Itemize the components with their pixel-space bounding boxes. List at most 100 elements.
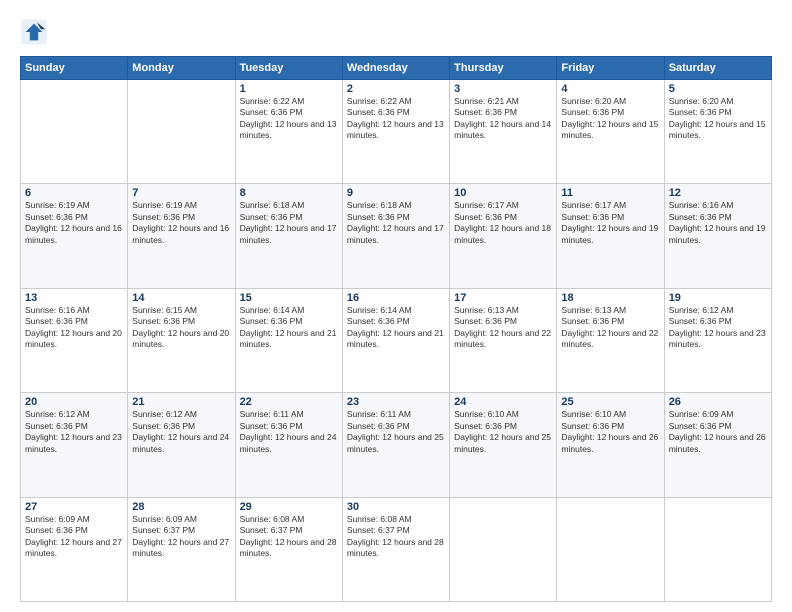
calendar-cell: 23Sunrise: 6:11 AM Sunset: 6:36 PM Dayli… <box>342 393 449 497</box>
cell-info: Sunrise: 6:14 AM Sunset: 6:36 PM Dayligh… <box>240 305 338 351</box>
weekday-header-monday: Monday <box>128 57 235 80</box>
calendar-cell: 16Sunrise: 6:14 AM Sunset: 6:36 PM Dayli… <box>342 288 449 392</box>
cell-info: Sunrise: 6:09 AM Sunset: 6:36 PM Dayligh… <box>669 409 767 455</box>
calendar-cell: 10Sunrise: 6:17 AM Sunset: 6:36 PM Dayli… <box>450 184 557 288</box>
day-number: 20 <box>25 396 123 408</box>
day-number: 28 <box>132 501 230 513</box>
calendar-cell: 13Sunrise: 6:16 AM Sunset: 6:36 PM Dayli… <box>21 288 128 392</box>
cell-info: Sunrise: 6:12 AM Sunset: 6:36 PM Dayligh… <box>669 305 767 351</box>
calendar-cell: 29Sunrise: 6:08 AM Sunset: 6:37 PM Dayli… <box>235 497 342 601</box>
day-number: 21 <box>132 396 230 408</box>
page: SundayMondayTuesdayWednesdayThursdayFrid… <box>0 0 792 612</box>
calendar-cell <box>664 497 771 601</box>
calendar-cell: 30Sunrise: 6:08 AM Sunset: 6:37 PM Dayli… <box>342 497 449 601</box>
calendar-cell: 9Sunrise: 6:18 AM Sunset: 6:36 PM Daylig… <box>342 184 449 288</box>
logo <box>20 18 52 46</box>
day-number: 9 <box>347 187 445 199</box>
calendar-cell: 27Sunrise: 6:09 AM Sunset: 6:36 PM Dayli… <box>21 497 128 601</box>
cell-info: Sunrise: 6:09 AM Sunset: 6:37 PM Dayligh… <box>132 514 230 560</box>
day-number: 8 <box>240 187 338 199</box>
calendar-cell: 28Sunrise: 6:09 AM Sunset: 6:37 PM Dayli… <box>128 497 235 601</box>
cell-info: Sunrise: 6:17 AM Sunset: 6:36 PM Dayligh… <box>454 200 552 246</box>
day-number: 17 <box>454 292 552 304</box>
cell-info: Sunrise: 6:18 AM Sunset: 6:36 PM Dayligh… <box>240 200 338 246</box>
calendar-cell <box>21 80 128 184</box>
day-number: 11 <box>561 187 659 199</box>
cell-info: Sunrise: 6:21 AM Sunset: 6:36 PM Dayligh… <box>454 96 552 142</box>
cell-info: Sunrise: 6:22 AM Sunset: 6:36 PM Dayligh… <box>240 96 338 142</box>
calendar-table: SundayMondayTuesdayWednesdayThursdayFrid… <box>20 56 772 602</box>
calendar-cell: 19Sunrise: 6:12 AM Sunset: 6:36 PM Dayli… <box>664 288 771 392</box>
cell-info: Sunrise: 6:18 AM Sunset: 6:36 PM Dayligh… <box>347 200 445 246</box>
calendar-cell: 18Sunrise: 6:13 AM Sunset: 6:36 PM Dayli… <box>557 288 664 392</box>
calendar-cell: 4Sunrise: 6:20 AM Sunset: 6:36 PM Daylig… <box>557 80 664 184</box>
header <box>20 18 772 46</box>
calendar-body: 1Sunrise: 6:22 AM Sunset: 6:36 PM Daylig… <box>21 80 772 602</box>
cell-info: Sunrise: 6:22 AM Sunset: 6:36 PM Dayligh… <box>347 96 445 142</box>
day-number: 13 <box>25 292 123 304</box>
day-number: 3 <box>454 83 552 95</box>
calendar-cell: 22Sunrise: 6:11 AM Sunset: 6:36 PM Dayli… <box>235 393 342 497</box>
cell-info: Sunrise: 6:19 AM Sunset: 6:36 PM Dayligh… <box>25 200 123 246</box>
cell-info: Sunrise: 6:17 AM Sunset: 6:36 PM Dayligh… <box>561 200 659 246</box>
calendar-cell: 21Sunrise: 6:12 AM Sunset: 6:36 PM Dayli… <box>128 393 235 497</box>
calendar-cell: 14Sunrise: 6:15 AM Sunset: 6:36 PM Dayli… <box>128 288 235 392</box>
cell-info: Sunrise: 6:16 AM Sunset: 6:36 PM Dayligh… <box>25 305 123 351</box>
day-number: 30 <box>347 501 445 513</box>
cell-info: Sunrise: 6:19 AM Sunset: 6:36 PM Dayligh… <box>132 200 230 246</box>
day-number: 6 <box>25 187 123 199</box>
cell-info: Sunrise: 6:08 AM Sunset: 6:37 PM Dayligh… <box>347 514 445 560</box>
cell-info: Sunrise: 6:12 AM Sunset: 6:36 PM Dayligh… <box>25 409 123 455</box>
cell-info: Sunrise: 6:14 AM Sunset: 6:36 PM Dayligh… <box>347 305 445 351</box>
calendar-cell: 11Sunrise: 6:17 AM Sunset: 6:36 PM Dayli… <box>557 184 664 288</box>
calendar-cell: 25Sunrise: 6:10 AM Sunset: 6:36 PM Dayli… <box>557 393 664 497</box>
weekday-header-saturday: Saturday <box>664 57 771 80</box>
weekday-header-wednesday: Wednesday <box>342 57 449 80</box>
week-row-3: 13Sunrise: 6:16 AM Sunset: 6:36 PM Dayli… <box>21 288 772 392</box>
cell-info: Sunrise: 6:11 AM Sunset: 6:36 PM Dayligh… <box>240 409 338 455</box>
day-number: 5 <box>669 83 767 95</box>
calendar-cell: 2Sunrise: 6:22 AM Sunset: 6:36 PM Daylig… <box>342 80 449 184</box>
day-number: 22 <box>240 396 338 408</box>
cell-info: Sunrise: 6:20 AM Sunset: 6:36 PM Dayligh… <box>561 96 659 142</box>
calendar-cell: 1Sunrise: 6:22 AM Sunset: 6:36 PM Daylig… <box>235 80 342 184</box>
day-number: 26 <box>669 396 767 408</box>
day-number: 14 <box>132 292 230 304</box>
calendar-cell: 17Sunrise: 6:13 AM Sunset: 6:36 PM Dayli… <box>450 288 557 392</box>
cell-info: Sunrise: 6:10 AM Sunset: 6:36 PM Dayligh… <box>454 409 552 455</box>
day-number: 25 <box>561 396 659 408</box>
calendar-cell: 26Sunrise: 6:09 AM Sunset: 6:36 PM Dayli… <box>664 393 771 497</box>
day-number: 12 <box>669 187 767 199</box>
week-row-2: 6Sunrise: 6:19 AM Sunset: 6:36 PM Daylig… <box>21 184 772 288</box>
calendar-cell <box>450 497 557 601</box>
calendar-cell: 15Sunrise: 6:14 AM Sunset: 6:36 PM Dayli… <box>235 288 342 392</box>
cell-info: Sunrise: 6:12 AM Sunset: 6:36 PM Dayligh… <box>132 409 230 455</box>
day-number: 23 <box>347 396 445 408</box>
calendar-cell <box>557 497 664 601</box>
day-number: 16 <box>347 292 445 304</box>
cell-info: Sunrise: 6:09 AM Sunset: 6:36 PM Dayligh… <box>25 514 123 560</box>
cell-info: Sunrise: 6:13 AM Sunset: 6:36 PM Dayligh… <box>454 305 552 351</box>
day-number: 19 <box>669 292 767 304</box>
logo-icon <box>20 18 48 46</box>
weekday-header-sunday: Sunday <box>21 57 128 80</box>
day-number: 15 <box>240 292 338 304</box>
weekday-header-friday: Friday <box>557 57 664 80</box>
week-row-5: 27Sunrise: 6:09 AM Sunset: 6:36 PM Dayli… <box>21 497 772 601</box>
weekday-header-row: SundayMondayTuesdayWednesdayThursdayFrid… <box>21 57 772 80</box>
weekday-header-tuesday: Tuesday <box>235 57 342 80</box>
calendar-cell: 20Sunrise: 6:12 AM Sunset: 6:36 PM Dayli… <box>21 393 128 497</box>
day-number: 4 <box>561 83 659 95</box>
calendar-cell: 7Sunrise: 6:19 AM Sunset: 6:36 PM Daylig… <box>128 184 235 288</box>
cell-info: Sunrise: 6:10 AM Sunset: 6:36 PM Dayligh… <box>561 409 659 455</box>
day-number: 10 <box>454 187 552 199</box>
calendar-cell: 24Sunrise: 6:10 AM Sunset: 6:36 PM Dayli… <box>450 393 557 497</box>
cell-info: Sunrise: 6:20 AM Sunset: 6:36 PM Dayligh… <box>669 96 767 142</box>
week-row-4: 20Sunrise: 6:12 AM Sunset: 6:36 PM Dayli… <box>21 393 772 497</box>
day-number: 2 <box>347 83 445 95</box>
day-number: 18 <box>561 292 659 304</box>
cell-info: Sunrise: 6:13 AM Sunset: 6:36 PM Dayligh… <box>561 305 659 351</box>
calendar-cell: 5Sunrise: 6:20 AM Sunset: 6:36 PM Daylig… <box>664 80 771 184</box>
calendar-cell: 6Sunrise: 6:19 AM Sunset: 6:36 PM Daylig… <box>21 184 128 288</box>
cell-info: Sunrise: 6:16 AM Sunset: 6:36 PM Dayligh… <box>669 200 767 246</box>
